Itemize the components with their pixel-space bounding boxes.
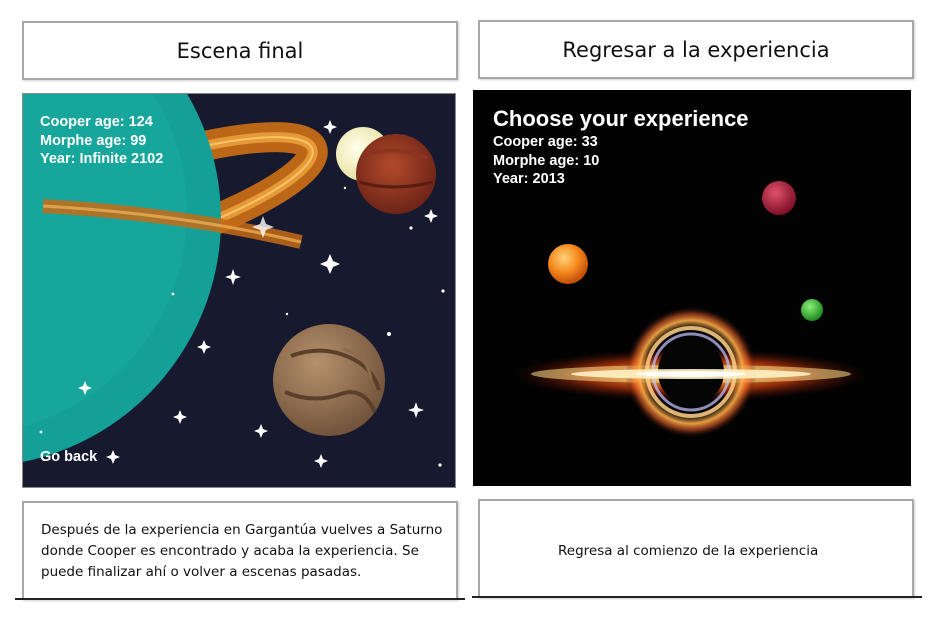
- final-scene-stats: Cooper age: 124 Morphe age: 99 Year: Inf…: [40, 113, 163, 169]
- start-menu-stats: Choose your experience Cooper age: 33 Mo…: [493, 105, 749, 189]
- mars-planet-icon: [356, 134, 436, 214]
- cooper-age-label: Cooper age: 124: [40, 114, 153, 130]
- scene-description-box-return: Regresa al comienzo de la experiencia: [478, 499, 914, 598]
- year-label: Year: 2013: [493, 171, 565, 187]
- start-menu-screen: Choose your experience Cooper age: 33 Mo…: [473, 90, 911, 486]
- morphe-age-label: Morphe age: 10: [493, 152, 600, 169]
- green-planet-icon[interactable]: [801, 299, 823, 321]
- morphe-age-label: Morphe age: 99: [40, 132, 147, 149]
- go-back-button[interactable]: Go back: [40, 448, 97, 467]
- year-label: Year: Infinite 2102: [40, 151, 164, 167]
- scene-description-return: Regresa al comienzo de la experiencia: [558, 543, 819, 559]
- final-scene-screen: Cooper age: 124 Morphe age: 99 Year: Inf…: [22, 93, 456, 488]
- scene-title-box-return: Regresar a la experiencia: [478, 20, 914, 79]
- scene-description-final: Después de la experiencia en Gargantúa v…: [41, 522, 443, 580]
- brown-planet-icon: [273, 324, 385, 436]
- choose-experience-heading: Choose your experience: [493, 106, 749, 131]
- cooper-age-label: Cooper age: 33: [493, 134, 598, 150]
- scene-title-box-final: Escena final: [22, 21, 458, 80]
- scene-title-final: Escena final: [176, 38, 304, 63]
- red-planet-icon[interactable]: [762, 181, 796, 215]
- right-baseline: [472, 596, 922, 598]
- scene-description-box-final: Después de la experiencia en Gargantúa v…: [22, 501, 458, 600]
- left-baseline: [15, 598, 465, 600]
- orange-planet-icon[interactable]: [548, 244, 588, 284]
- scene-title-return: Regresar a la experiencia: [562, 37, 830, 62]
